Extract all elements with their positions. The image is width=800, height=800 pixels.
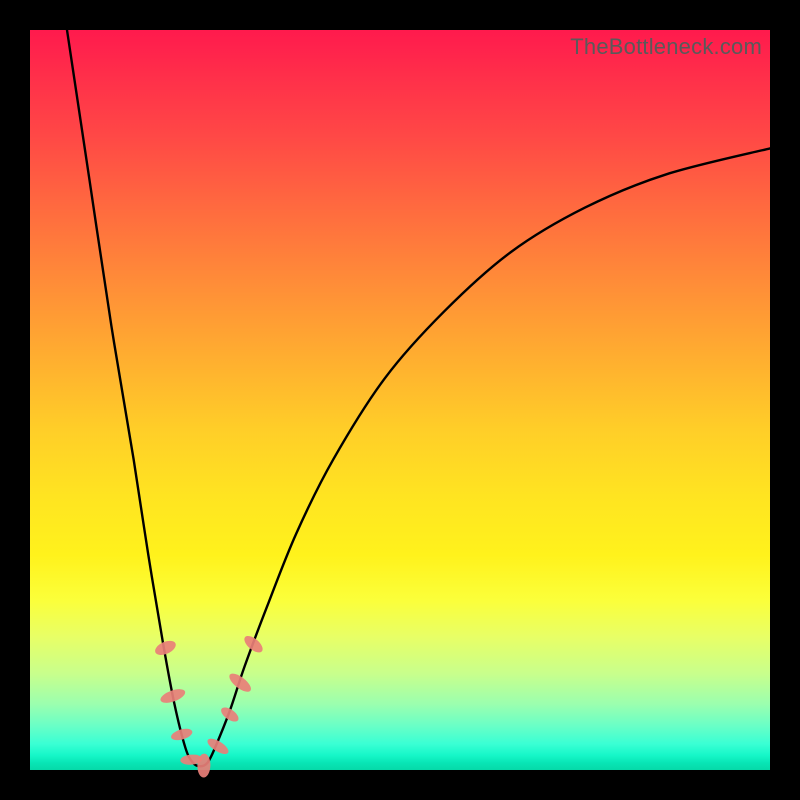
marker xyxy=(159,686,187,705)
plot-area: TheBottleneck.com xyxy=(30,30,770,770)
marker xyxy=(242,633,266,656)
bottleneck-curve xyxy=(67,30,770,766)
marker xyxy=(170,727,194,743)
chart-frame: TheBottleneck.com xyxy=(0,0,800,800)
marker xyxy=(227,670,254,695)
chart-svg xyxy=(30,30,770,770)
